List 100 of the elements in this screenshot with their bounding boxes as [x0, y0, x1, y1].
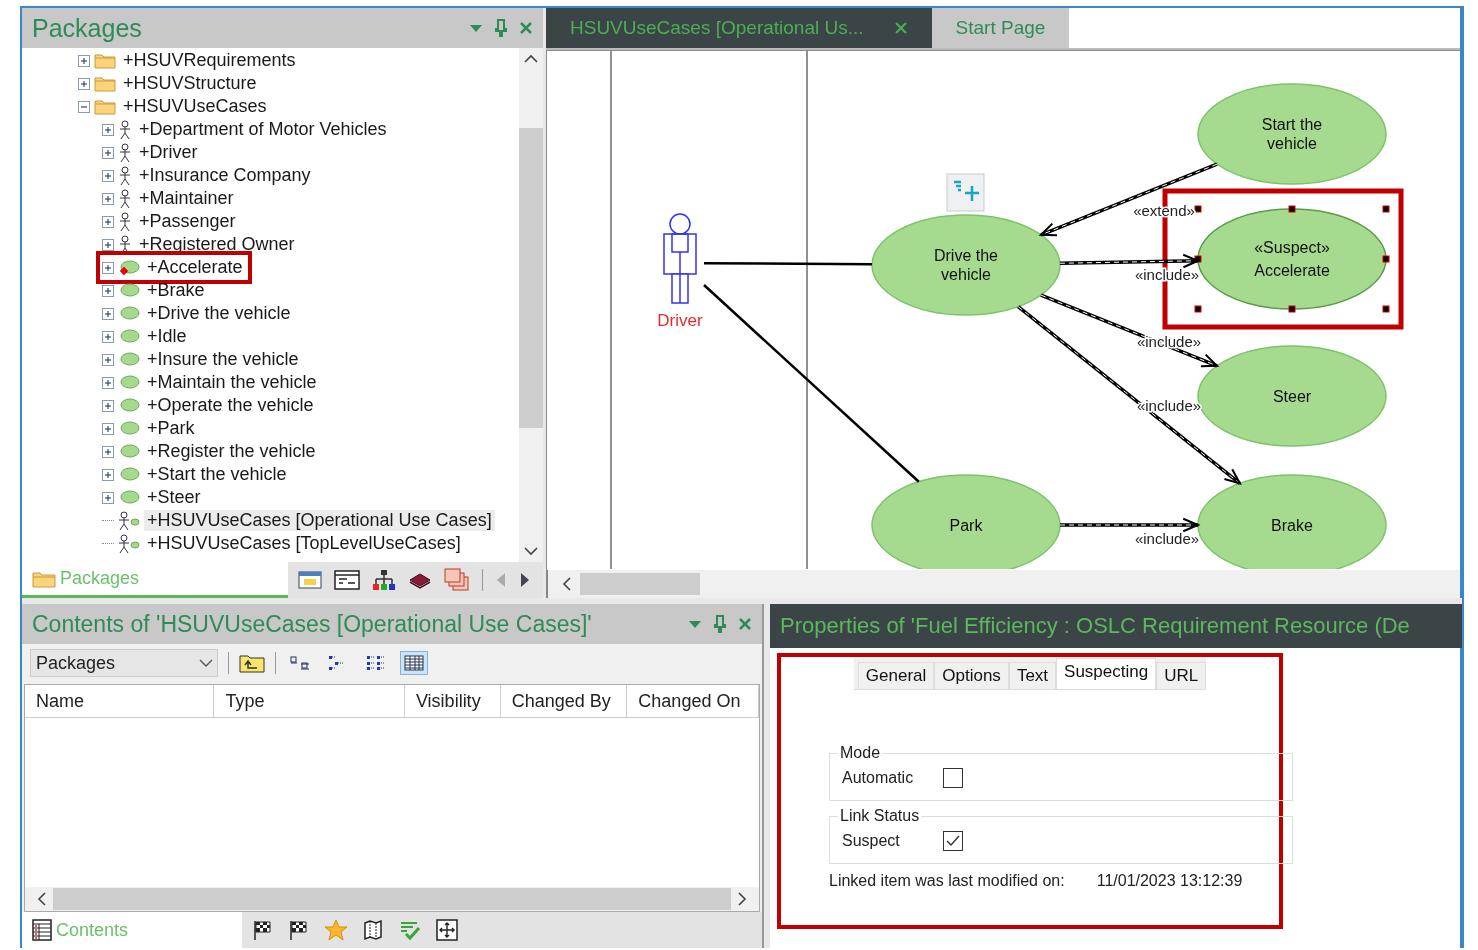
column-header[interactable]: Changed On — [627, 685, 759, 717]
pin-icon[interactable] — [495, 19, 507, 37]
dropdown-icon[interactable] — [688, 619, 702, 629]
tree-item[interactable]: +HSUVUseCases — [120, 96, 270, 117]
expand-toggle[interactable] — [102, 468, 114, 481]
tree-item[interactable]: +Maintainer — [136, 188, 237, 209]
tree-item[interactable]: +Department of Motor Vehicles — [136, 119, 390, 140]
include-connector[interactable] — [1059, 253, 1201, 269]
scroll-thumb[interactable] — [519, 128, 543, 428]
include-connector[interactable] — [1017, 305, 1242, 485]
expand-toggle[interactable] — [102, 307, 114, 320]
details-view-button[interactable] — [400, 651, 428, 675]
actor-icon — [118, 119, 132, 140]
expand-toggle[interactable] — [102, 376, 114, 389]
expand-toggle[interactable] — [102, 215, 114, 228]
checkered-flag-icon[interactable] — [288, 919, 310, 941]
scrollbar[interactable] — [519, 48, 543, 562]
expand-toggle[interactable] — [102, 399, 114, 412]
tree-item[interactable]: +Start the vehicle — [144, 464, 290, 485]
panel-title: Properties of 'Fuel Efficiency : OSLC Requirement Resource (De — [780, 613, 1410, 639]
form-icon[interactable] — [334, 570, 360, 590]
expand-toggle[interactable] — [102, 169, 114, 182]
expand-toggle[interactable] — [102, 330, 114, 343]
tree-item[interactable]: +Drive the vehicle — [144, 303, 294, 324]
tree-item[interactable]: +Operate the vehicle — [144, 395, 317, 416]
checkbox[interactable] — [943, 768, 963, 788]
usecase-ellipse[interactable] — [1197, 83, 1387, 185]
add-element-icon[interactable] — [946, 173, 985, 212]
expand-toggle[interactable] — [102, 146, 114, 159]
tree-item[interactable]: +HSUVStructure — [120, 73, 260, 94]
expand-toggle[interactable] — [102, 192, 114, 205]
close-icon[interactable] — [519, 21, 533, 35]
tree-item[interactable]: +Driver — [136, 142, 201, 163]
tree-item[interactable]: +Insurance Company — [136, 165, 314, 186]
column-header[interactable]: Type — [214, 685, 405, 717]
property-tab[interactable]: Suspecting — [1056, 658, 1157, 689]
expand-toggle[interactable] — [102, 284, 114, 297]
tree-item[interactable]: +Register the vehicle — [144, 441, 319, 462]
filter-dropdown[interactable]: Packages — [30, 649, 218, 677]
expand-toggle[interactable] — [102, 238, 114, 251]
scroll-up-icon[interactable] — [524, 54, 538, 64]
property-tab[interactable]: Options — [934, 662, 1009, 689]
scroll-left-icon[interactable] — [562, 577, 572, 591]
tree-item[interactable]: +Brake — [144, 280, 208, 301]
move-icon[interactable] — [436, 919, 458, 941]
window-icon[interactable] — [298, 570, 322, 590]
dropdown-icon[interactable] — [469, 23, 483, 33]
checklist-icon[interactable] — [398, 919, 422, 941]
tree-item[interactable]: +Passenger — [136, 211, 239, 232]
scroll-right-icon[interactable] — [519, 571, 531, 589]
property-tab[interactable]: Text — [1008, 662, 1057, 689]
tree-item[interactable]: +Park — [144, 418, 198, 439]
close-icon[interactable] — [738, 617, 752, 631]
expand-toggle[interactable] — [102, 353, 114, 366]
folder-up-icon[interactable] — [239, 653, 265, 673]
scroll-right-icon[interactable] — [737, 892, 747, 906]
property-tab[interactable]: URL — [1156, 662, 1207, 689]
expand-toggle[interactable] — [78, 100, 90, 113]
layers-icon[interactable] — [444, 568, 470, 592]
column-header[interactable]: Name — [25, 685, 215, 717]
expand-toggle[interactable] — [102, 491, 114, 504]
tree-item[interactable]: +Accelerate — [144, 257, 246, 278]
expand-toggle[interactable] — [102, 123, 114, 136]
tree-item[interactable]: +HSUVUseCases [TopLevelUseCases] — [144, 533, 464, 554]
usecase-ellipse[interactable] — [871, 214, 1061, 316]
scroll-thumb[interactable] — [580, 573, 700, 595]
scroll-down-icon[interactable] — [524, 546, 538, 556]
association-connector[interactable] — [704, 261, 872, 266]
diagram-tab[interactable]: HSUVUseCases [Operational Us... — [546, 8, 932, 48]
extend-connector[interactable] — [1038, 162, 1218, 237]
include-connector[interactable] — [1059, 517, 1201, 533]
scroll-left-icon[interactable] — [37, 892, 47, 906]
property-tab[interactable]: General — [857, 662, 935, 689]
pin-icon[interactable] — [714, 615, 726, 633]
scroll-thumb[interactable] — [53, 888, 731, 910]
checkered-flag-icon[interactable] — [252, 919, 274, 941]
actor-figure[interactable] — [663, 213, 697, 304]
checkbox[interactable] — [943, 831, 963, 851]
expand-toggle[interactable] — [102, 261, 114, 274]
tree-item[interactable]: +HSUVUseCases [Operational Use Cases] — [144, 510, 495, 531]
expand-toggle[interactable] — [102, 422, 114, 435]
column-header[interactable]: Visibility — [404, 685, 501, 717]
close-icon[interactable] — [893, 21, 908, 35]
expand-toggle[interactable] — [102, 445, 114, 458]
map-icon[interactable] — [362, 919, 384, 941]
scrollbar[interactable] — [25, 887, 759, 911]
scrollbar[interactable] — [546, 570, 1460, 598]
tree-item[interactable]: +HSUVRequirements — [120, 50, 299, 71]
usecase-icon — [118, 443, 140, 460]
tree-item[interactable]: +Maintain the vehicle — [144, 372, 320, 393]
include-connector[interactable] — [1040, 293, 1220, 368]
expand-toggle[interactable] — [78, 77, 90, 90]
column-header[interactable]: Changed By — [500, 685, 628, 717]
tree-item[interactable]: +Registered Owner — [136, 234, 298, 255]
tree-item[interactable]: +Idle — [144, 326, 190, 347]
tree-item[interactable]: +Insure the vehicle — [144, 349, 302, 370]
star-icon[interactable] — [324, 919, 348, 941]
expand-toggle[interactable] — [78, 54, 90, 67]
tree-item[interactable]: +Steer — [144, 487, 204, 508]
hierarchy-icon[interactable] — [372, 569, 396, 591]
